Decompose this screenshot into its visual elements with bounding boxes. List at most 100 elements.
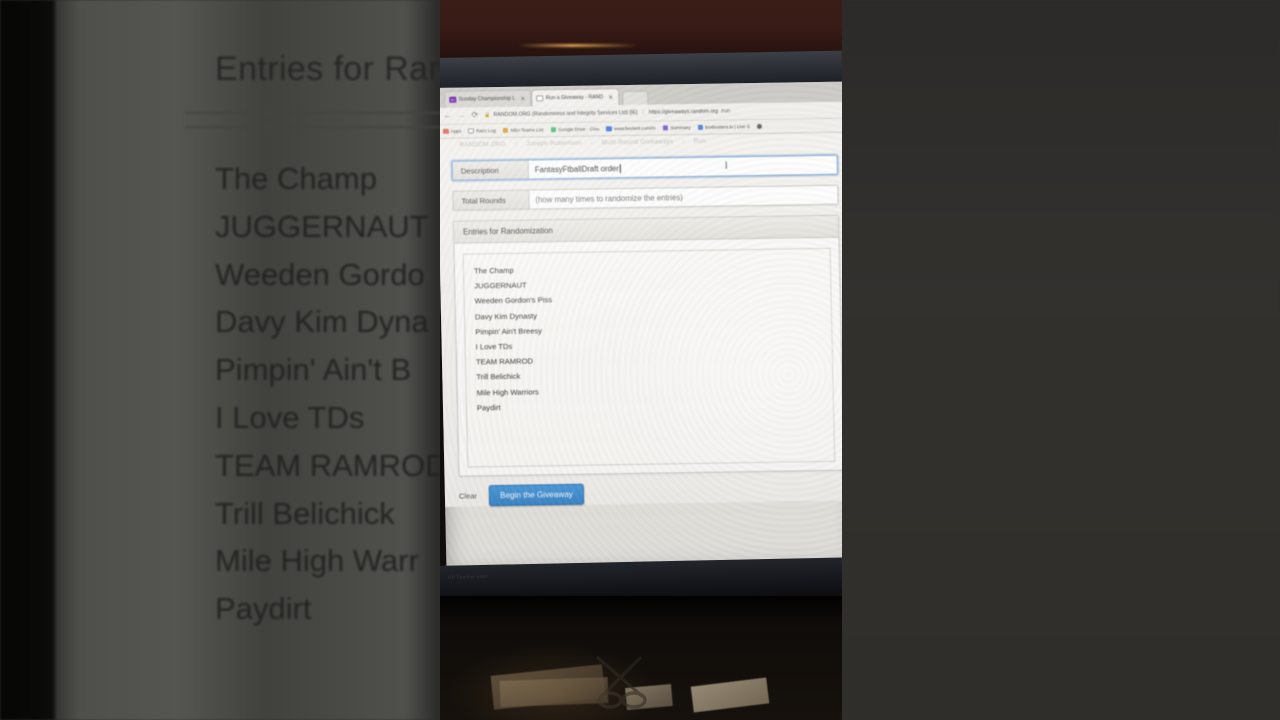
begin-the-giveaway-button[interactable]: Begin the Giveaway [488,483,585,507]
giveaway-form: Description Fantasy Ftball Draft order I… [440,143,842,211]
bookmark-overflow-icon[interactable] [756,123,763,130]
site-identity-label: RANDOM.ORG (Randomness and Integrity Ser… [493,109,638,119]
description-label: Description [452,160,529,180]
entries-textarea[interactable]: The Champ JUGGERNAUT Weeden Gordon's Piss D… [462,247,836,468]
bookmark-nba-teams-list[interactable]: NBA Teams List [502,127,544,134]
forward-arrow-icon[interactable]: → [457,111,465,120]
spellcheck-underline: Breesy [518,326,543,336]
text-caret [619,163,621,173]
description-value-suffix: Draft order [581,163,619,174]
spellcheck-underline: TDs [307,399,365,435]
bookmark-label: Google Drive - Clou [558,126,600,133]
breadcrumb-separator: › [590,139,593,147]
spellcheck-underline: Paydirt [476,402,501,413]
breadcrumb-user[interactable]: Joseph Robertson [526,140,581,148]
bookmark-www-beckett-com-m[interactable]: www.beckett.com/m [606,125,656,132]
bookmark-boxbusters-tv-live-s[interactable]: boxbusters.tv | Live S [697,124,750,131]
description-input[interactable]: Fantasy Ftball Draft order I [528,155,837,179]
random-org-icon: R [536,95,543,102]
wall-light-reflection [518,44,638,47]
entries-panel: Entries for Randomization The Champ JUGGE… [452,214,842,477]
breadcrumb-root[interactable]: RANDOM.ORG [459,141,506,149]
backdrop-zoomed-content: Entries for Ran The Champ JUGGERNAUT Weede… [185,0,440,720]
backdrop-entry-line: Davy Kim Dyna [215,304,429,340]
page-content: RANDOM.ORG › Joseph Robertson › Multi-Ro… [440,132,842,507]
google-drive-icon [550,126,557,133]
laptop-screen: Y! Sunday Championship L ✕ R Run a Givea… [440,81,842,575]
backdrop-entry-line: TEAM RAMROD [215,447,440,483]
spellcheck-underline: Weeden [474,296,503,306]
backdrop-entry-line: Mile High Warr [215,543,419,579]
tab-title: Run a Giveaway - RAND [545,94,604,102]
page-icon [468,128,474,134]
total-rounds-label: Total Rounds [453,190,530,210]
spellcheck-underline: Paydirt [215,591,312,627]
spellcheck-underline: TDs [498,341,513,352]
backdrop-entry-line: The Champ [215,161,377,196]
background-overlay-left: Entries for Ran The Champ JUGGERNAUT Weede… [0,0,440,720]
backdrop-entry-line: I Love TDs [215,399,365,435]
backdrop-heading: Entries for Ran [215,50,440,88]
bookmark-label: www.beckett.com/m [613,125,656,132]
breadcrumb-separator: › [682,138,685,146]
bookmark-label: Summary [670,125,691,131]
spellcheck-underline: Belichick [490,372,521,382]
entries-panel-body: The Champ JUGGERNAUT Weeden Gordon's Piss D… [454,238,842,476]
backdrop-divider-top [185,112,440,114]
clear-button[interactable]: Clear [459,491,477,500]
total-rounds-input[interactable]: (how many times to randomize the entries… [529,185,838,209]
spellcheck-underline: Pimpin' [215,352,316,388]
bookmark-label: Razz Log [475,128,496,134]
close-icon[interactable]: ✕ [608,94,613,101]
laptop-photo: Y! Sunday Championship L ✕ R Run a Givea… [440,0,842,720]
address-bar[interactable]: 🔒 RANDOM.ORG (Randomness and Integrity S… [484,104,841,121]
backdrop-entry-line: Paydirt [215,585,440,633]
breadcrumb-separator: › [514,140,518,148]
backdrop-entry-line: Trill Belichick [215,495,395,531]
new-tab-button[interactable] [622,90,649,106]
spellcheck-underline: Pimpin' [475,326,501,337]
description-value-misspelled: Ftball [562,164,582,174]
backdrop-entry-line: Pimpin' Ain't B [215,352,412,388]
text-ibeam-cursor: I [724,160,728,171]
browser-tab-sunday-championship[interactable]: Y! Sunday Championship L ✕ [444,89,532,108]
form-actions: Clear Begin the Giveaway [444,470,842,507]
apps-grid-icon [442,128,449,135]
backdrop-fill-right [842,0,1280,720]
address-separator: | [642,109,644,116]
desk-lamp-glow [440,596,842,720]
backdrop-divider-bottom [185,126,440,128]
video-frame: Entries for Ran The Champ JUGGERNAUT Weede… [0,0,1280,720]
address-url-domain: https://giveaways.random.org [648,108,719,116]
desk-surface [440,596,842,720]
bookmark-apps[interactable]: Apps [442,128,462,135]
breadcrumb-section[interactable]: Multi-Round Giveaways [602,138,674,146]
backdrop-entry-list: The Champ JUGGERNAUT Weeden Gordo Davy Kim … [215,155,440,633]
spellcheck-underline: Weeden [215,256,330,292]
spellcheck-underline: Belichick [272,495,395,531]
laptop-brand-label: HP Pavilion x360 [448,573,489,580]
lock-icon: 🔒 [484,112,491,119]
bookmark-google-drive-clou[interactable]: Google Drive - Clou [550,126,600,133]
bookmark-label: NBA Teams List [510,127,544,133]
back-arrow-icon[interactable]: ← [444,111,452,120]
browser-tab-run-a-giveaway[interactable]: R Run a Giveaway - RAND ✕ [531,88,620,107]
bookmark-label: boxbusters.tv | Live S [705,124,750,130]
description-value-prefix: Fantasy [534,164,563,174]
breadcrumb-current: Run [693,137,707,145]
backdrop-entry-line: JUGGERNAUT [215,208,429,244]
description-field-row[interactable]: Description Fantasy Ftball Draft order I [451,154,838,181]
total-rounds-field-row[interactable]: Total Rounds (how many times to randomiz… [452,184,839,211]
yahoo-icon: Y! [449,96,456,104]
address-url-path: /run [721,108,731,115]
reload-icon[interactable]: ⟳ [471,110,478,119]
close-icon[interactable]: ✕ [520,95,525,102]
bookmark-label: Apps [450,128,462,134]
bookmark-summary[interactable]: Summary [662,125,691,131]
backdrop-entry-line: Weeden Gordo [215,256,425,292]
bookmark-razz-log[interactable]: Razz Log [468,128,496,134]
background-overlay-right [842,0,1280,720]
beckett-icon [606,125,612,132]
nba-icon [502,127,509,134]
summary-icon [662,125,669,131]
